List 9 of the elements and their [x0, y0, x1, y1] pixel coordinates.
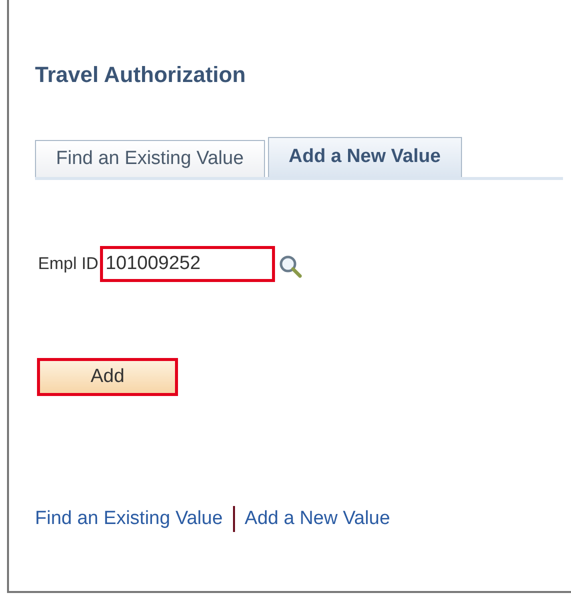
field-label: Empl ID	[38, 253, 98, 276]
link[interactable]: Add a New Value	[244, 505, 390, 534]
search-icon[interactable]	[278, 254, 302, 278]
link[interactable]: Find an Existing Value	[35, 505, 223, 534]
tab[interactable]: Find an Existing Value	[35, 140, 265, 177]
page-title: Travel Authorization	[35, 61, 247, 89]
input-field[interactable]: 101009252	[100, 246, 276, 282]
add-button[interactable]: Add	[37, 358, 178, 396]
tab[interactable]: Add a New Value	[268, 137, 462, 177]
